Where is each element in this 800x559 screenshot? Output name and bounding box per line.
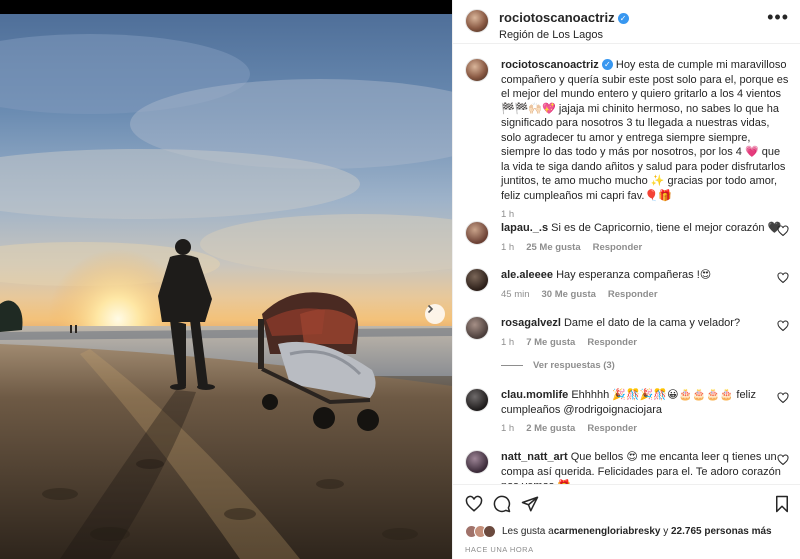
comment-text: clau.momlife Ehhhhh 🎉🎊🎉🎊😀🎂🎂🎂🎂 feliz cump… (501, 388, 789, 417)
comment-meta: 1 h 7 Me gusta Responder (501, 337, 789, 348)
comment-meta: 1 h 2 Me gusta Responder (501, 423, 789, 434)
comments-list: rociotoscanoactriz ✓ Hoy esta de cumple m… (453, 44, 800, 484)
likes-summary: Les gusta a carmenengloriabresky y 22.76… (465, 525, 772, 538)
liker-avatar (483, 525, 496, 538)
comment-meta: 45 min 30 Me gusta Responder (501, 289, 789, 300)
comment-body: Hay esperanza compañeras !😍 (556, 269, 712, 281)
top-black-bar (0, 0, 452, 14)
comment-time[interactable]: 1 h (501, 423, 514, 434)
likes-prefix: Les gusta a (502, 526, 554, 537)
replies-divider (501, 364, 523, 366)
comment-icon[interactable] (493, 495, 511, 513)
view-replies-button[interactable]: Ver respuestas (3) (501, 360, 789, 371)
reply-button[interactable]: Responder (587, 337, 637, 348)
comment-time[interactable]: 1 h (501, 337, 514, 348)
author-avatar[interactable] (465, 58, 489, 82)
commenter-avatar[interactable] (465, 388, 489, 412)
comment-username[interactable]: clau.momlife (501, 389, 568, 401)
comment-text: lapau._.s Si es de Capricornio, tiene el… (501, 221, 789, 236)
post-photo (0, 14, 452, 559)
author-info: rociotoscanoactriz ✓ Región de Los Lagos (499, 9, 629, 41)
beach-sunset-scene (0, 34, 452, 559)
likes-count[interactable]: 22.765 personas más (671, 526, 772, 537)
bookmark-icon[interactable] (773, 495, 791, 513)
commenter-avatar[interactable] (465, 268, 489, 292)
comment-text: ale.aleeee Hay esperanza compañeras !😍 (501, 268, 789, 283)
likes-user[interactable]: carmenengloriabresky (554, 526, 661, 537)
more-options-icon[interactable]: ••• (767, 8, 789, 26)
heart-icon[interactable] (777, 272, 789, 284)
comment-body: Dame el dato de la cama y velador? (563, 317, 741, 329)
heart-icon[interactable] (777, 454, 789, 466)
comment-time[interactable]: 1 h (501, 242, 514, 253)
comment-username[interactable]: rosagalvezl (501, 317, 561, 329)
reply-button[interactable]: Responder (587, 423, 637, 434)
comment-item: lapau._.s Si es de Capricornio, tiene el… (465, 221, 789, 253)
comment-item: rosagalvezl Dame el dato de la cama y ve… (465, 316, 789, 371)
commenter-avatar[interactable] (465, 450, 489, 474)
verified-badge-icon: ✓ (617, 13, 629, 24)
comment-username[interactable]: lapau._.s (501, 222, 548, 234)
post-timestamp: HACE UNA HORA (465, 545, 534, 554)
caption-time[interactable]: 1 h (501, 209, 514, 220)
post-panel: rociotoscanoactriz ✓ Región de Los Lagos … (452, 0, 800, 559)
caption-username[interactable]: rociotoscanoactriz (501, 59, 599, 71)
share-icon[interactable] (521, 495, 539, 513)
commenter-avatar[interactable] (465, 316, 489, 340)
verified-badge-icon: ✓ (601, 59, 613, 70)
post-actions: Les gusta a carmenengloriabresky y 22.76… (453, 484, 800, 559)
chevron-right-icon (427, 304, 434, 314)
reply-button[interactable]: Responder (593, 242, 643, 253)
comment-username[interactable]: ale.aleeee (501, 269, 553, 281)
caption-meta: 1 h (501, 209, 789, 220)
post-header: rociotoscanoactriz ✓ Región de Los Lagos … (453, 0, 800, 44)
comment-item: natt_natt_art Que bellos 😍 me encanta le… (465, 450, 789, 484)
author-username[interactable]: rociotoscanoactriz (499, 10, 615, 25)
comment-item: ale.aleeee Hay esperanza compañeras !😍 4… (465, 268, 789, 300)
comment-likes[interactable]: 7 Me gusta (526, 337, 575, 348)
likes-middle: y (660, 526, 671, 537)
comment-body: Si es de Capricornio, tiene el mejor cor… (551, 222, 782, 234)
author-avatar[interactable] (465, 9, 489, 33)
comment-username[interactable]: natt_natt_art (501, 451, 568, 463)
caption-text: rociotoscanoactriz ✓ Hoy esta de cumple m… (501, 58, 789, 203)
comment-meta: 1 h 25 Me gusta Responder (501, 242, 789, 253)
heart-icon[interactable] (777, 392, 789, 404)
comment-time[interactable]: 45 min (501, 289, 530, 300)
comment-text: natt_natt_art Que bellos 😍 me encanta le… (501, 450, 789, 484)
comment-likes[interactable]: 25 Me gusta (526, 242, 580, 253)
next-photo-button[interactable] (425, 304, 445, 324)
view-replies-label: Ver respuestas (3) (533, 359, 615, 371)
comment-likes[interactable]: 2 Me gusta (526, 423, 575, 434)
heart-icon[interactable] (777, 320, 789, 332)
comment-text: rosagalvezl Dame el dato de la cama y ve… (501, 316, 789, 331)
caption-body: Hoy esta de cumple mi maravilloso compañ… (501, 59, 789, 202)
comment-likes[interactable]: 30 Me gusta (542, 289, 596, 300)
reply-button[interactable]: Responder (608, 289, 658, 300)
heart-icon[interactable] (465, 495, 483, 513)
post-location[interactable]: Región de Los Lagos (499, 29, 629, 41)
comment-item: clau.momlife Ehhhhh 🎉🎊🎉🎊😀🎂🎂🎂🎂 feliz cump… (465, 388, 789, 434)
caption-item: rociotoscanoactriz ✓ Hoy esta de cumple m… (465, 58, 789, 220)
commenter-avatar[interactable] (465, 221, 489, 245)
heart-icon[interactable] (777, 225, 789, 237)
